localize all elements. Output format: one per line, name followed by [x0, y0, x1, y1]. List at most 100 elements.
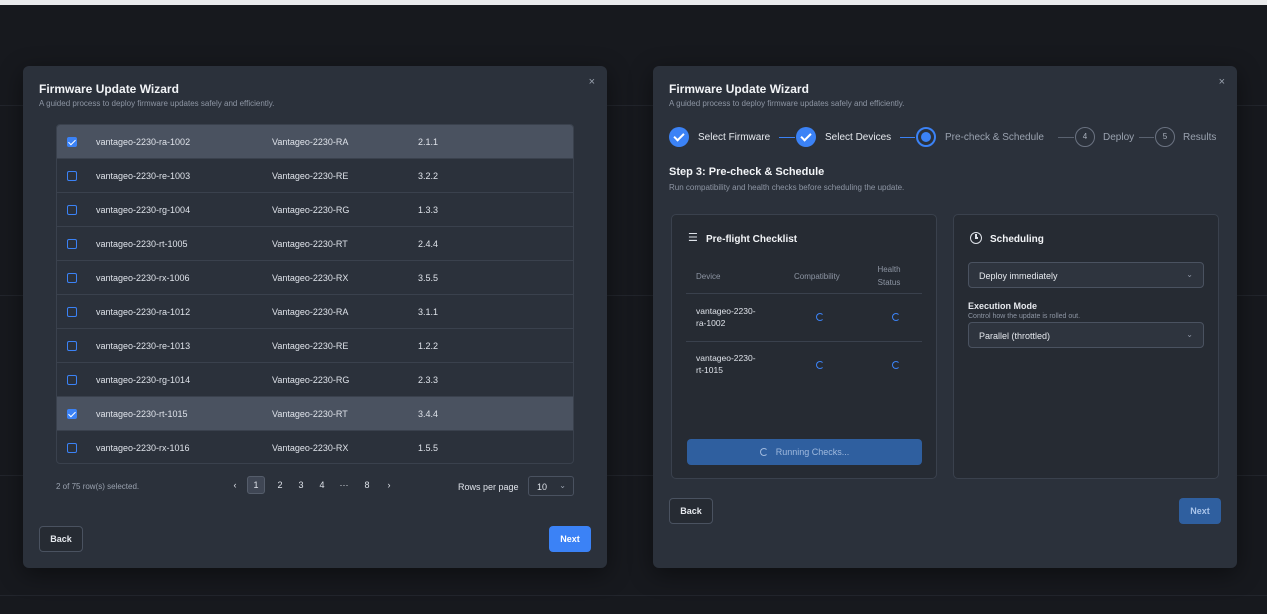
chevron-down-icon: ⌄: [559, 481, 566, 490]
row-checkbox[interactable]: [67, 443, 77, 453]
device-model: Vantageo-2230-RA: [272, 137, 349, 147]
step-2-check-icon: [796, 127, 816, 147]
back-button[interactable]: Back: [39, 526, 83, 552]
loading-spinner-icon: [892, 313, 900, 321]
device-name-line: vantageo-2230-: [696, 306, 756, 316]
row-checkbox[interactable]: [67, 205, 77, 215]
step-connector: [900, 137, 915, 138]
loading-spinner-icon: [759, 448, 768, 456]
scheduling-card: Scheduling Deploy immediately ⌄ Executio…: [953, 214, 1219, 479]
step-subtitle: Run compatibility and health checks befo…: [669, 183, 905, 192]
table-row[interactable]: vantageo-2230-rx-1006 Vantageo-2230-RX 3…: [57, 261, 573, 295]
table-row[interactable]: vantageo-2230-rg-1014 Vantageo-2230-RG 2…: [57, 363, 573, 397]
pagination-page-2[interactable]: 2: [271, 476, 289, 494]
step-connector: [1139, 137, 1154, 138]
step-connector: [1058, 137, 1074, 138]
loading-spinner-icon: [816, 361, 824, 369]
device-version: 1.2.2: [418, 341, 439, 351]
device-model: Vantageo-2230-RX: [272, 273, 349, 283]
close-icon[interactable]: ×: [589, 76, 595, 88]
device-version: 1.3.3: [418, 205, 439, 215]
table-row[interactable]: vantageo-2230-rx-1016 Vantageo-2230-RX 1…: [57, 431, 573, 463]
pagination-next-button[interactable]: ›: [380, 476, 398, 494]
checklist-device-2: vantageo-2230- rt-1015: [696, 352, 776, 376]
table-row[interactable]: vantageo-2230-rt-1015 Vantageo-2230-RT 3…: [57, 397, 573, 431]
step-5-number: 5: [1155, 127, 1175, 147]
row-checkbox[interactable]: [67, 171, 77, 181]
device-model: Vantageo-2230-RG: [272, 375, 350, 385]
device-name-line: vantageo-2230-: [696, 353, 756, 363]
row-checkbox[interactable]: [67, 307, 77, 317]
scheduling-title: Scheduling: [990, 234, 1044, 245]
col-health-line1: Health: [877, 265, 901, 274]
step-3-current-icon: [916, 127, 936, 147]
pagination-page-1[interactable]: 1: [247, 476, 265, 494]
table-row[interactable]: vantageo-2230-rt-1005 Vantageo-2230-RT 2…: [57, 227, 573, 261]
device-name: vantageo-2230-ra-1002: [96, 137, 191, 147]
device-name: vantageo-2230-rt-1015: [96, 409, 188, 419]
step-title: Step 3: Pre-check & Schedule: [669, 166, 825, 178]
clock-icon: [970, 232, 982, 244]
row-checkbox[interactable]: [67, 239, 77, 249]
schedule-timing-select[interactable]: Deploy immediately ⌄: [968, 262, 1204, 288]
table-divider: [686, 293, 922, 294]
table-row[interactable]: vantageo-2230-re-1013 Vantageo-2230-RE 1…: [57, 329, 573, 363]
device-model: Vantageo-2230-RT: [272, 409, 348, 419]
table-divider: [686, 341, 922, 342]
modal-subtitle: A guided process to deploy firmware upda…: [669, 99, 905, 108]
row-checkbox[interactable]: [67, 273, 77, 283]
step-4-number: 4: [1075, 127, 1095, 147]
device-name: vantageo-2230-rt-1005: [96, 239, 188, 249]
device-name-line: ra-1002: [696, 318, 726, 328]
device-name: vantageo-2230-re-1003: [96, 171, 191, 181]
running-checks-label: Running Checks...: [775, 447, 850, 457]
device-model: Vantageo-2230-RG: [272, 205, 350, 215]
device-name: vantageo-2230-rg-1004: [96, 205, 191, 215]
device-version: 2.3.3: [418, 375, 439, 385]
device-name: vantageo-2230-ra-1012: [96, 307, 191, 317]
rows-per-page-label: Rows per page: [458, 482, 519, 492]
row-checkbox[interactable]: [67, 341, 77, 351]
checklist-icon: ☰: [688, 232, 698, 244]
device-name-line: rt-1015: [696, 365, 723, 375]
modal-title: Firmware Update Wizard: [669, 82, 809, 96]
row-checkbox[interactable]: [67, 409, 77, 419]
next-button[interactable]: Next: [1179, 498, 1221, 524]
execution-mode-label: Execution Mode: [968, 301, 1038, 311]
row-checkbox[interactable]: [67, 137, 77, 147]
row-checkbox[interactable]: [67, 375, 77, 385]
selection-summary: 2 of 75 row(s) selected.: [56, 482, 140, 491]
pagination-page-3[interactable]: 3: [292, 476, 310, 494]
close-icon[interactable]: ×: [1219, 76, 1225, 88]
table-row[interactable]: vantageo-2230-rg-1004 Vantageo-2230-RG 1…: [57, 193, 573, 227]
table-row[interactable]: vantageo-2230-ra-1012 Vantageo-2230-RA 3…: [57, 295, 573, 329]
pagination-page-8[interactable]: 8: [358, 476, 376, 494]
firmware-wizard-modal-precheck: Firmware Update Wizard A guided process …: [653, 66, 1237, 568]
table-row[interactable]: vantageo-2230-ra-1002 Vantageo-2230-RA 2…: [57, 125, 573, 159]
step-4-label: Deploy: [1103, 132, 1135, 143]
schedule-timing-value: Deploy immediately: [979, 271, 1058, 281]
step-connector: [779, 137, 795, 138]
running-checks-button[interactable]: Running Checks...: [687, 439, 922, 465]
device-name: vantageo-2230-rg-1014: [96, 375, 191, 385]
back-button[interactable]: Back: [669, 498, 713, 524]
pagination-prev-button[interactable]: ‹: [226, 476, 244, 494]
device-version: 3.2.2: [418, 171, 439, 181]
device-table: vantageo-2230-ra-1002 Vantageo-2230-RA 2…: [56, 124, 574, 464]
loading-spinner-icon: [892, 361, 900, 369]
col-compatibility: Compatibility: [794, 272, 840, 281]
step-3-label: Pre-check & Schedule: [945, 132, 1044, 143]
device-model: Vantageo-2230-RA: [272, 307, 349, 317]
execution-mode-select[interactable]: Parallel (throttled) ⌄: [968, 322, 1204, 348]
checklist-device-1: vantageo-2230- ra-1002: [696, 305, 776, 329]
pagination-page-4[interactable]: 4: [313, 476, 331, 494]
rows-per-page-select[interactable]: 10 ⌄: [528, 476, 574, 496]
step-1-label: Select Firmware: [698, 132, 771, 143]
device-model: Vantageo-2230-RX: [272, 443, 349, 453]
chevron-down-icon: ⌄: [1186, 330, 1193, 339]
rows-per-page-value: 10: [537, 482, 548, 492]
step-5-label: Results: [1183, 132, 1217, 143]
table-row[interactable]: vantageo-2230-re-1003 Vantageo-2230-RE 3…: [57, 159, 573, 193]
pagination-ellipsis: ···: [339, 480, 349, 490]
next-button[interactable]: Next: [549, 526, 591, 552]
